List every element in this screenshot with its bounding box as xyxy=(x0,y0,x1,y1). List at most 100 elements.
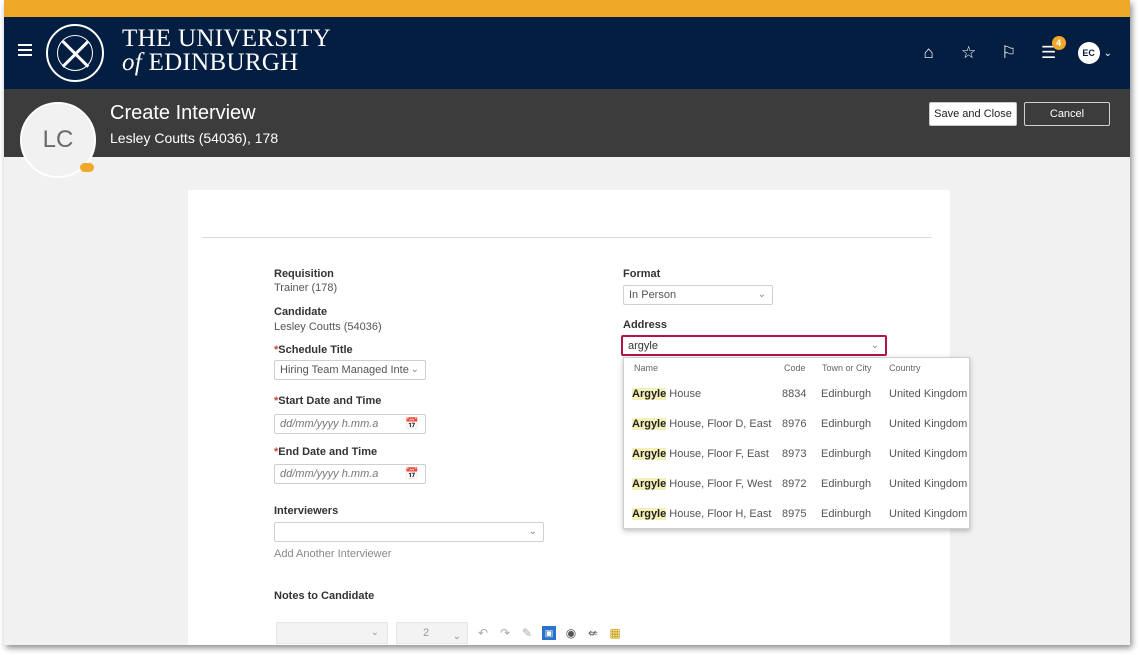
save-and-close-button[interactable]: Save and Close xyxy=(929,102,1017,126)
undo-icon[interactable]: ↶ xyxy=(476,626,490,640)
interviewers-select[interactable]: ⌄ xyxy=(274,522,544,542)
browser-strip xyxy=(4,0,1130,17)
presence-indicator xyxy=(80,163,94,172)
address-town: Edinburgh xyxy=(821,448,872,460)
university-name-line2: EDINBURGH xyxy=(148,49,299,76)
add-another-interviewer-link[interactable]: Add Another Interviewer xyxy=(274,548,391,560)
address-country: United Kingdom xyxy=(889,388,968,400)
format-value: In Person xyxy=(629,289,677,301)
match-highlight: Argyle xyxy=(632,388,667,400)
cancel-button[interactable]: Cancel xyxy=(1024,102,1110,126)
address-town: Edinburgh xyxy=(821,478,872,490)
requisition-label: Requisition xyxy=(274,268,334,280)
chevron-down-icon[interactable]: ⌄ xyxy=(1104,48,1112,59)
calendar-icon[interactable]: 📅 xyxy=(405,415,419,433)
spellcheck-icon[interactable]: ⇍ xyxy=(586,626,600,640)
match-highlight: Argyle xyxy=(632,448,667,460)
address-country: United Kingdom xyxy=(889,508,968,520)
address-code: 8976 xyxy=(782,418,807,430)
schedule-title-select[interactable]: Hiring Team Managed Inte ⌄ xyxy=(274,360,426,380)
star-icon[interactable]: ☆ xyxy=(958,43,980,63)
address-code: 8972 xyxy=(782,478,807,490)
university-name-line1: THE UNIVERSITY xyxy=(122,25,332,52)
address-code: 8834 xyxy=(782,388,807,400)
address-label: Address xyxy=(623,319,668,331)
university-name-of: of xyxy=(122,49,143,76)
preview-icon[interactable]: ◉ xyxy=(564,626,578,640)
candidate-value: Lesley Coutts (54036) xyxy=(274,321,382,333)
university-crest-logo[interactable] xyxy=(46,24,104,82)
hamburger-icon[interactable] xyxy=(18,44,32,56)
address-town: Edinburgh xyxy=(821,388,872,400)
address-name: House, Floor H, East xyxy=(666,508,772,520)
address-input[interactable]: argyle ⌄ xyxy=(621,335,887,356)
address-option[interactable]: Argyle House, Floor F, East 8973 Edinbur… xyxy=(624,440,969,470)
end-date-label-text: End Date and Time xyxy=(278,446,378,458)
user-avatar[interactable]: EC xyxy=(1077,42,1100,64)
address-code: 8973 xyxy=(782,448,807,460)
address-option[interactable]: Argyle House 8834 Edinburgh United Kingd… xyxy=(624,380,969,410)
notification-badge: 4 xyxy=(1051,36,1066,50)
table-grid-icon[interactable]: ▦ xyxy=(608,626,622,640)
pencil-icon[interactable]: ✎ xyxy=(520,626,534,640)
chevron-down-icon: ⌄ xyxy=(452,631,461,642)
chevron-down-icon[interactable]: ⌄ xyxy=(871,337,879,355)
candidate-label: Candidate xyxy=(274,306,328,318)
start-date-placeholder: dd/mm/yyyy h.mm.a xyxy=(280,418,379,430)
schedule-title-value: Hiring Team Managed Inte xyxy=(280,364,409,376)
address-option[interactable]: Argyle House, Floor D, East 8976 Edinbur… xyxy=(624,410,969,440)
address-name: House, Floor F, West xyxy=(666,478,772,490)
address-name: House xyxy=(666,388,702,400)
page-title: Create Interview xyxy=(110,102,256,124)
address-code: 8975 xyxy=(782,508,807,520)
address-town: Edinburgh xyxy=(821,418,872,430)
address-country: United Kingdom xyxy=(889,448,968,460)
column-header-country: Country xyxy=(889,363,921,373)
start-date-input[interactable]: dd/mm/yyyy h.mm.a 📅 xyxy=(274,414,426,434)
column-header-town: Town or City xyxy=(822,363,872,373)
format-select[interactable]: In Person ⌄ xyxy=(623,285,773,305)
address-town: Edinburgh xyxy=(821,508,872,520)
home-icon[interactable]: ⌂ xyxy=(918,43,940,63)
address-country: United Kingdom xyxy=(889,418,968,430)
calendar-icon[interactable]: 📅 xyxy=(405,465,419,483)
page-subtitle: Lesley Coutts (54036), 178 xyxy=(110,130,279,146)
address-option[interactable]: Argyle House, Floor H, East 8975 Edinbur… xyxy=(624,500,969,530)
chevron-down-icon: ⌄ xyxy=(410,364,419,375)
university-name[interactable]: THE UNIVERSITY of EDINBURGH xyxy=(122,25,332,76)
flag-icon[interactable]: ⚐ xyxy=(998,43,1020,63)
font-family-select[interactable]: ⌄ xyxy=(276,622,388,644)
match-highlight: Argyle xyxy=(632,418,667,430)
address-option[interactable]: Argyle House, Floor F, West 8972 Edinbur… xyxy=(624,470,969,500)
chevron-down-icon: ⌄ xyxy=(528,526,537,537)
notifications-icon[interactable]: ☰ 4 xyxy=(1038,36,1066,63)
match-highlight: Argyle xyxy=(632,508,667,520)
interviewers-label: Interviewers xyxy=(274,505,339,517)
address-country: United Kingdom xyxy=(889,478,968,490)
column-header-code: Code xyxy=(784,363,806,373)
requisition-value: Trainer (178) xyxy=(274,282,338,294)
schedule-title-label: *Schedule Title xyxy=(274,344,353,356)
match-highlight: Argyle xyxy=(632,478,667,490)
notes-editor-toolbar: ⌄ 2 ⌄ ↶ ↷ ✎ ▣ ◉ ⇍ ▦ xyxy=(276,620,622,645)
chevron-down-icon: ⌄ xyxy=(370,627,379,638)
end-date-input[interactable]: dd/mm/yyyy h.mm.a 📅 xyxy=(274,464,426,484)
address-suggestions-dropdown: Name Code Town or City Country Argyle Ho… xyxy=(623,357,970,529)
schedule-title-label-text: Schedule Title xyxy=(278,344,353,356)
chevron-down-icon: ⌄ xyxy=(757,289,766,300)
start-date-label: *Start Date and Time xyxy=(274,395,381,407)
redo-icon[interactable]: ↷ xyxy=(498,626,512,640)
end-date-label: *End Date and Time xyxy=(274,446,377,458)
address-name: House, Floor D, East xyxy=(666,418,772,430)
column-header-name: Name xyxy=(634,363,659,373)
font-size-select[interactable]: 2 ⌄ xyxy=(396,622,468,644)
notes-to-candidate-label: Notes to Candidate xyxy=(274,590,375,602)
font-size-value: 2 xyxy=(423,627,430,639)
source-view-icon[interactable]: ▣ xyxy=(542,626,556,640)
app-window: THE UNIVERSITY of EDINBURGH ⌂ ☆ ⚐ ☰ 4 EC … xyxy=(4,0,1130,645)
end-date-placeholder: dd/mm/yyyy h.mm.a xyxy=(280,468,379,480)
address-name: House, Floor F, East xyxy=(666,448,769,460)
divider xyxy=(202,237,932,238)
address-value: argyle xyxy=(628,340,658,352)
global-header: THE UNIVERSITY of EDINBURGH ⌂ ☆ ⚐ ☰ 4 EC … xyxy=(4,17,1130,89)
